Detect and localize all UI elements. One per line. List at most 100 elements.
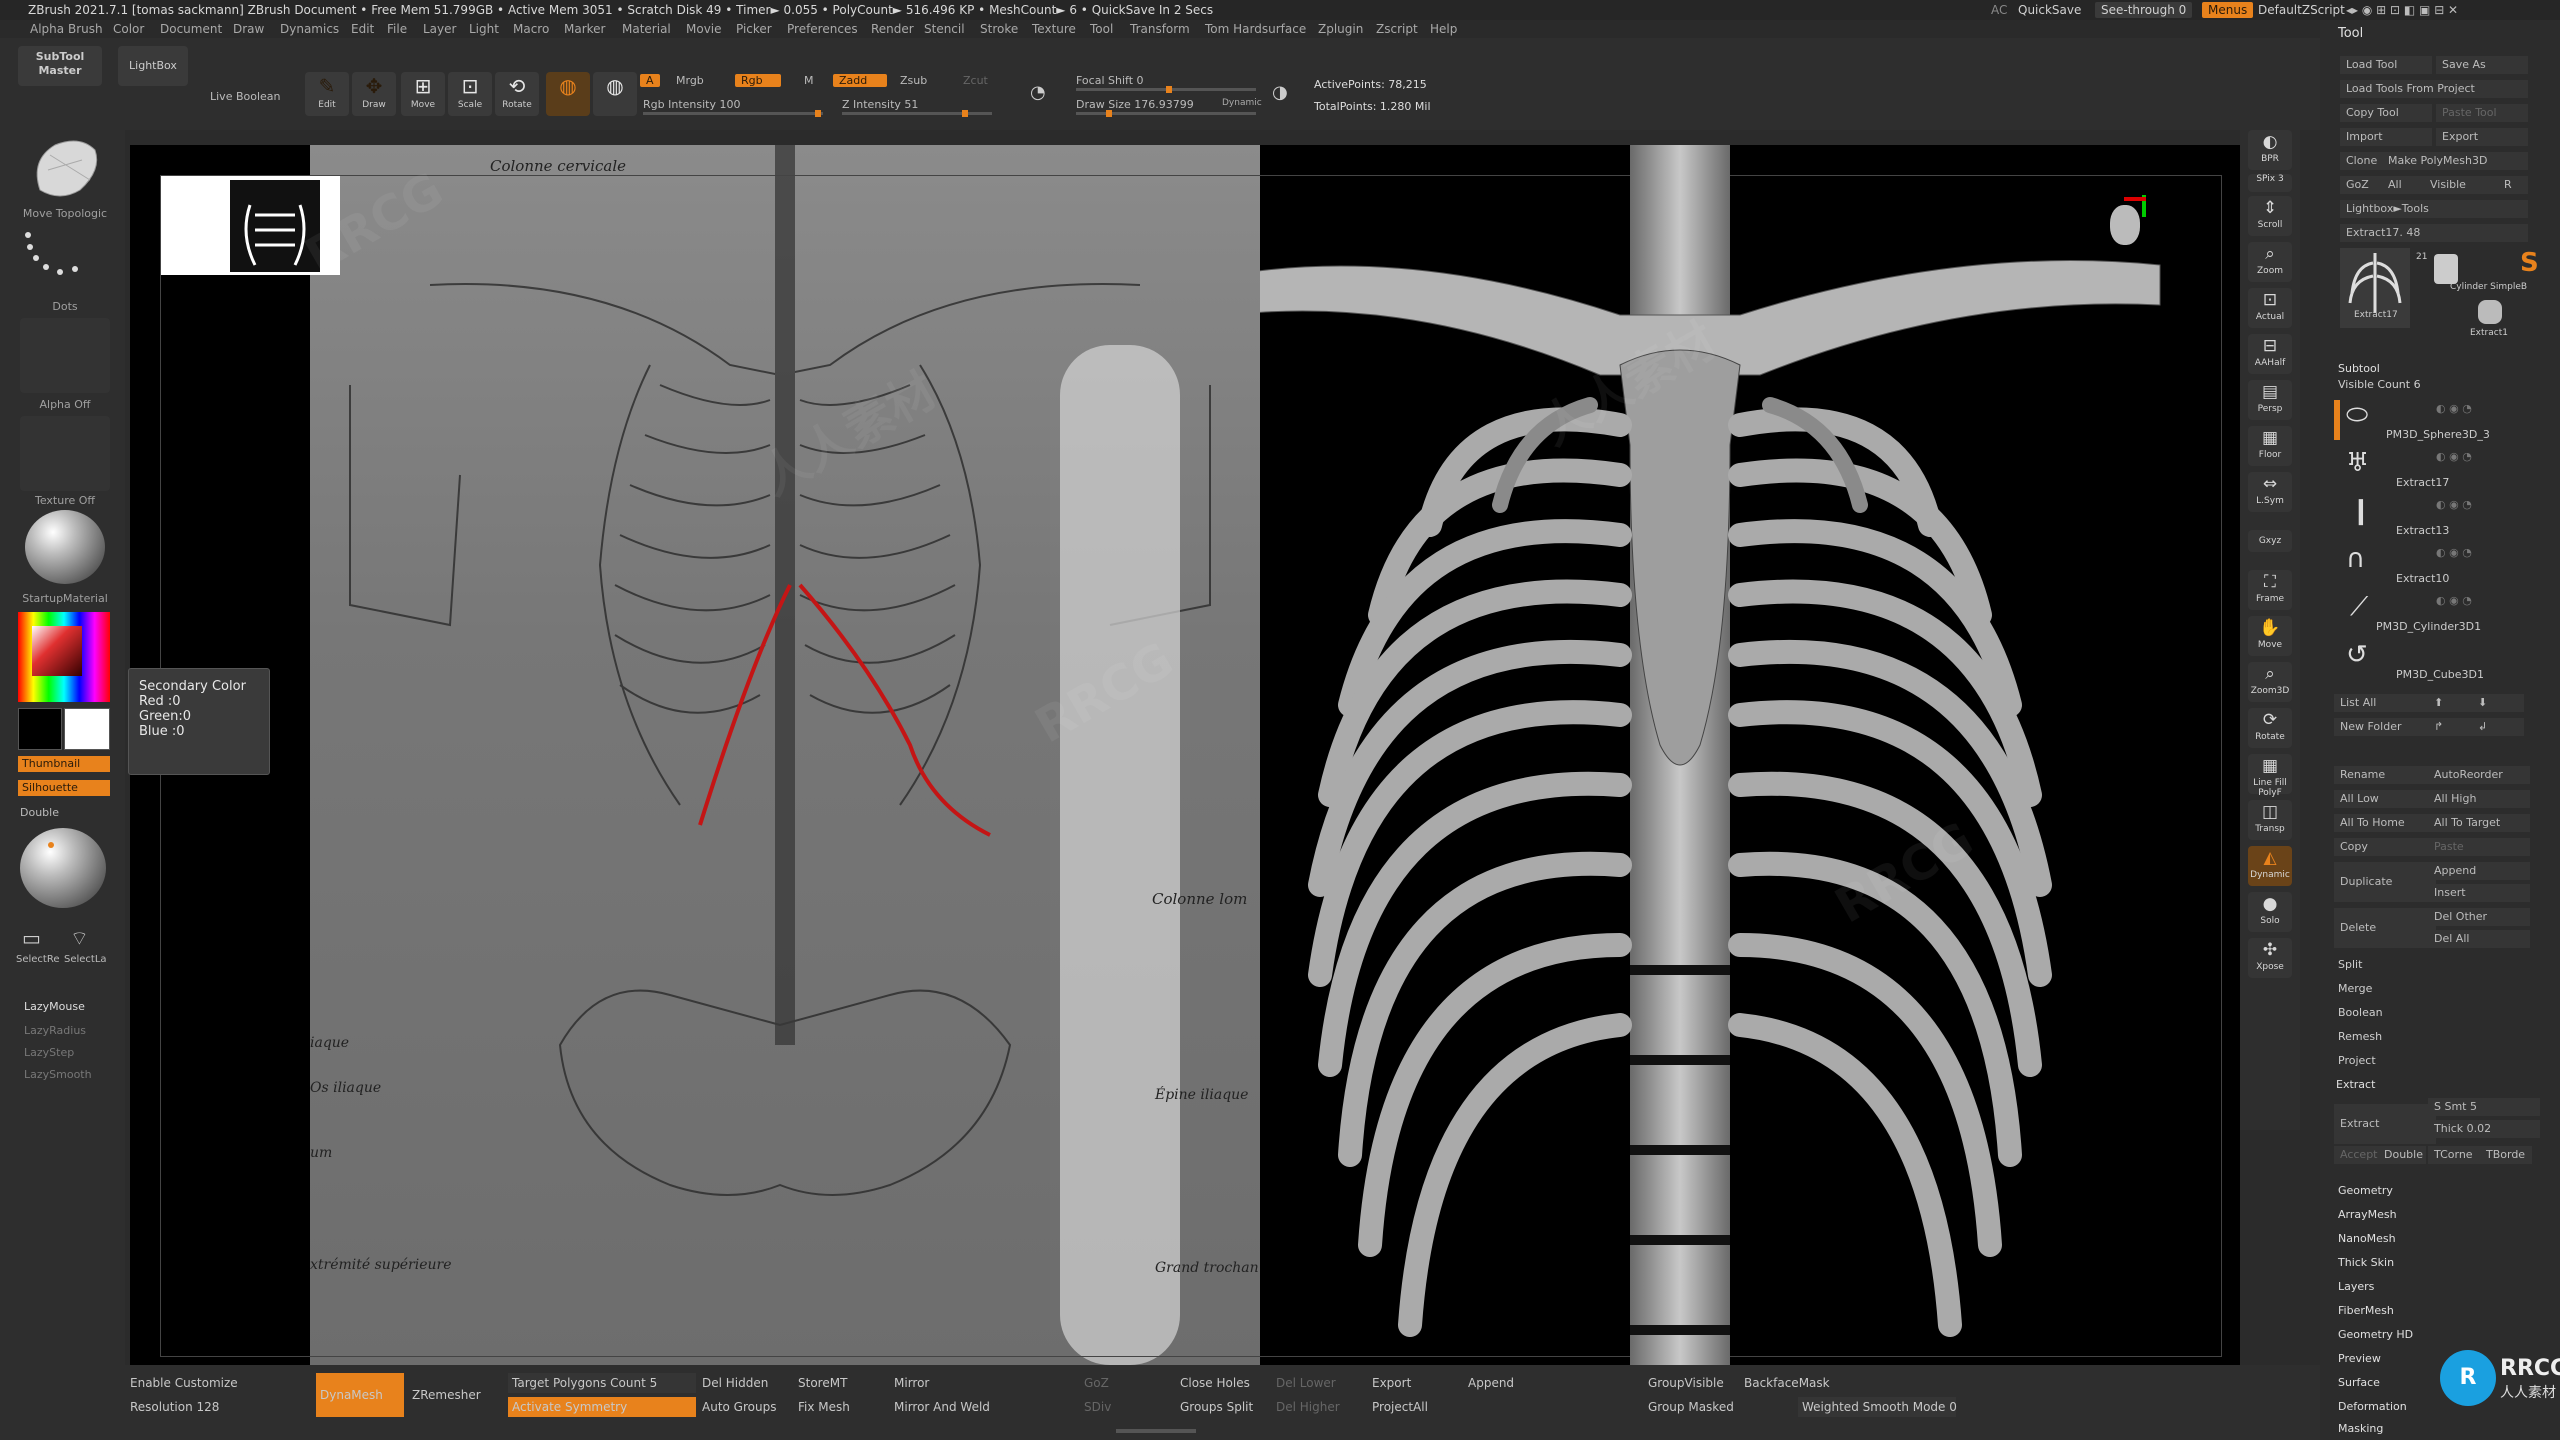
arrow-down-icon[interactable]: ⬇ (2472, 694, 2524, 712)
lazystep-slider[interactable]: LazyStep (24, 1046, 74, 1059)
thumbnail-toggle[interactable]: Thumbnail (18, 756, 110, 772)
delete-button[interactable]: Delete (2334, 908, 2436, 948)
extract-button[interactable]: Extract (2334, 1104, 2436, 1144)
menu-material[interactable]: Material (622, 22, 671, 36)
spix-slider[interactable]: SPix 3 (2248, 174, 2292, 192)
target-polygons-slider[interactable]: Target Polygons Count 5 (508, 1373, 696, 1393)
menu-movie[interactable]: Movie (686, 22, 722, 36)
select-rect-icon[interactable]: ▭ (22, 926, 41, 950)
secondary-color-swatch[interactable] (64, 708, 110, 750)
extract-section-header[interactable]: Extract (2336, 1078, 2375, 1091)
groups-split-button[interactable]: Groups Split (1176, 1397, 1257, 1417)
activate-symmetry-button[interactable]: Activate Symmetry (508, 1397, 696, 1417)
all-low-button[interactable]: All Low (2334, 790, 2436, 808)
insert-button[interactable]: Insert (2428, 884, 2530, 902)
persp-button[interactable]: ▤ Persp (2248, 380, 2292, 420)
material-sphere-button[interactable]: ◍ (546, 72, 590, 116)
menu-stroke[interactable]: Stroke (980, 22, 1018, 36)
lazymouse-toggle[interactable]: LazyMouse (24, 1000, 85, 1013)
tool-thumb-extract1[interactable]: Extract1 (2470, 300, 2510, 338)
merge-menu[interactable]: Merge (2338, 982, 2372, 995)
subtool-visibility-icon[interactable]: ◐ ◉ ◔ (2436, 402, 2472, 415)
alpha-button[interactable] (20, 318, 110, 393)
nanomesh-section[interactable]: NanoMesh (2338, 1232, 2396, 1245)
geometry-section[interactable]: Geometry (2338, 1184, 2393, 1197)
menu-texture[interactable]: Texture (1032, 22, 1076, 36)
select-lasso-icon[interactable]: ⌔ (70, 926, 89, 951)
goz-visible-button[interactable]: Visible (2424, 176, 2506, 194)
move-view-button[interactable]: ✋ Move (2248, 616, 2292, 656)
menu-file[interactable]: File (387, 22, 407, 36)
edit-mode-button[interactable]: ✎ Edit (305, 72, 349, 116)
lazyradius-slider[interactable]: LazyRadius (24, 1024, 86, 1037)
resolution-slider[interactable]: Resolution 128 (126, 1397, 223, 1417)
subtool-item[interactable]: ⬭ PM3D_Sphere3D_3 ◐ ◉ ◔ (2346, 400, 2526, 448)
move-mode-button[interactable]: ⊞ Move (401, 72, 445, 116)
transp-button[interactable]: ◫ Transp (2248, 800, 2292, 840)
menu-help[interactable]: Help (1430, 22, 1457, 36)
z-intensity-slider[interactable]: Z Intensity 51 (842, 98, 918, 111)
zcut-toggle[interactable]: Zcut (963, 74, 988, 87)
thick-slider[interactable]: Thick 0.02 (2428, 1120, 2540, 1138)
subtool-item[interactable]: ⟋ PM3D_Cylinder3D1 ◐ ◉ ◔ (2346, 592, 2526, 640)
deformation-section[interactable]: Deformation (2338, 1400, 2407, 1413)
rgb-toggle[interactable]: Rgb (735, 74, 781, 87)
menu-draw[interactable]: Draw (233, 22, 264, 36)
sdiv-slider[interactable]: SDiv (1080, 1397, 1115, 1417)
menu-tom-hardsurface[interactable]: Tom Hardsurface (1205, 22, 1306, 36)
goz-bottom-button[interactable]: GoZ (1080, 1373, 1113, 1393)
new-folder-button[interactable]: New Folder (2334, 718, 2436, 736)
menu-color[interactable]: Color (113, 22, 144, 36)
m-toggle[interactable]: M (804, 74, 814, 87)
actual-button[interactable]: ⊡ Actual (2248, 288, 2292, 328)
fibermesh-section[interactable]: FiberMesh (2338, 1304, 2394, 1317)
tool-selector-slider[interactable]: Extract17. 48 (2340, 224, 2528, 242)
menu-layer[interactable]: Layer (423, 22, 456, 36)
append-bottom-button[interactable]: Append (1464, 1373, 1518, 1393)
copy-button[interactable]: Copy (2334, 838, 2436, 856)
ribcage-3d-model[interactable] (1260, 145, 2240, 1365)
save-as-button[interactable]: Save As (2436, 56, 2528, 74)
subtool-item[interactable]: ∩ Extract10 ◐ ◉ ◔ (2346, 544, 2526, 592)
dynamic-persp-button[interactable]: ◭ Dynamic (2248, 846, 2292, 886)
main-color-swatch[interactable] (18, 708, 62, 750)
subtool-item[interactable]: ❙ Extract13 ◐ ◉ ◔ (2346, 496, 2526, 544)
frame-button[interactable]: ⛶ Frame (2248, 570, 2292, 610)
boolean-menu[interactable]: Boolean (2338, 1006, 2383, 1019)
goz-r-button[interactable]: R (2498, 176, 2528, 194)
orientation-gizmo[interactable] (2100, 195, 2150, 255)
quicksave-button[interactable]: QuickSave (2012, 2, 2087, 18)
color-picker[interactable] (18, 612, 110, 702)
menu-zscript[interactable]: Zscript (1376, 22, 1418, 36)
ac-label[interactable]: AC (1985, 2, 2013, 18)
stroke-button[interactable] (20, 225, 110, 305)
paste-button[interactable]: Paste (2428, 838, 2530, 856)
make-polymesh-button[interactable]: Make PolyMesh3D (2382, 152, 2528, 170)
zsub-toggle[interactable]: Zsub (900, 74, 927, 87)
menu-document[interactable]: Document (160, 22, 222, 36)
projectall-button[interactable]: ProjectAll (1368, 1397, 1432, 1417)
viewport-canvas[interactable]: Colonne cervicale Colonne lom iaque Os i… (130, 145, 2240, 1365)
menu-transform[interactable]: Transform (1130, 22, 1190, 36)
layers-section[interactable]: Layers (2338, 1280, 2374, 1293)
texture-button[interactable] (20, 416, 110, 491)
aahalf-button[interactable]: ⊟ AAHalf (2248, 334, 2292, 374)
autoreorder-button[interactable]: AutoReorder (2428, 766, 2530, 784)
focal-shift-slider[interactable]: Focal Shift 0 (1076, 74, 1144, 87)
material-button[interactable] (20, 508, 110, 588)
menu-brush[interactable]: Brush (68, 22, 103, 36)
preview-section[interactable]: Preview (2338, 1352, 2381, 1365)
window-controls-icon[interactable]: ◂▸ ◉ ⊞ ⊡ ◧ ▣ ⊟ ✕ (2340, 2, 2464, 18)
lsym-button[interactable]: ⇔ L.Sym (2248, 472, 2292, 512)
tcorne-toggle[interactable]: TCorne (2428, 1146, 2488, 1164)
a-toggle[interactable]: A (640, 74, 660, 87)
polyframe-button[interactable]: ▦ Line Fill PolyF (2248, 754, 2292, 798)
subtool-item[interactable]: ↺ PM3D_Cube3D1 (2346, 640, 2526, 688)
menu-light[interactable]: Light (469, 22, 499, 36)
gxyz-button[interactable]: Gxyz (2248, 530, 2292, 552)
brush-button[interactable] (20, 130, 110, 210)
matcap-sphere-icon[interactable] (20, 828, 106, 908)
thick-skin-section[interactable]: Thick Skin (2338, 1256, 2394, 1269)
visible-count-slider[interactable]: Visible Count 6 (2338, 378, 2421, 391)
draw-mode-button[interactable]: ✥ Draw (352, 72, 396, 116)
